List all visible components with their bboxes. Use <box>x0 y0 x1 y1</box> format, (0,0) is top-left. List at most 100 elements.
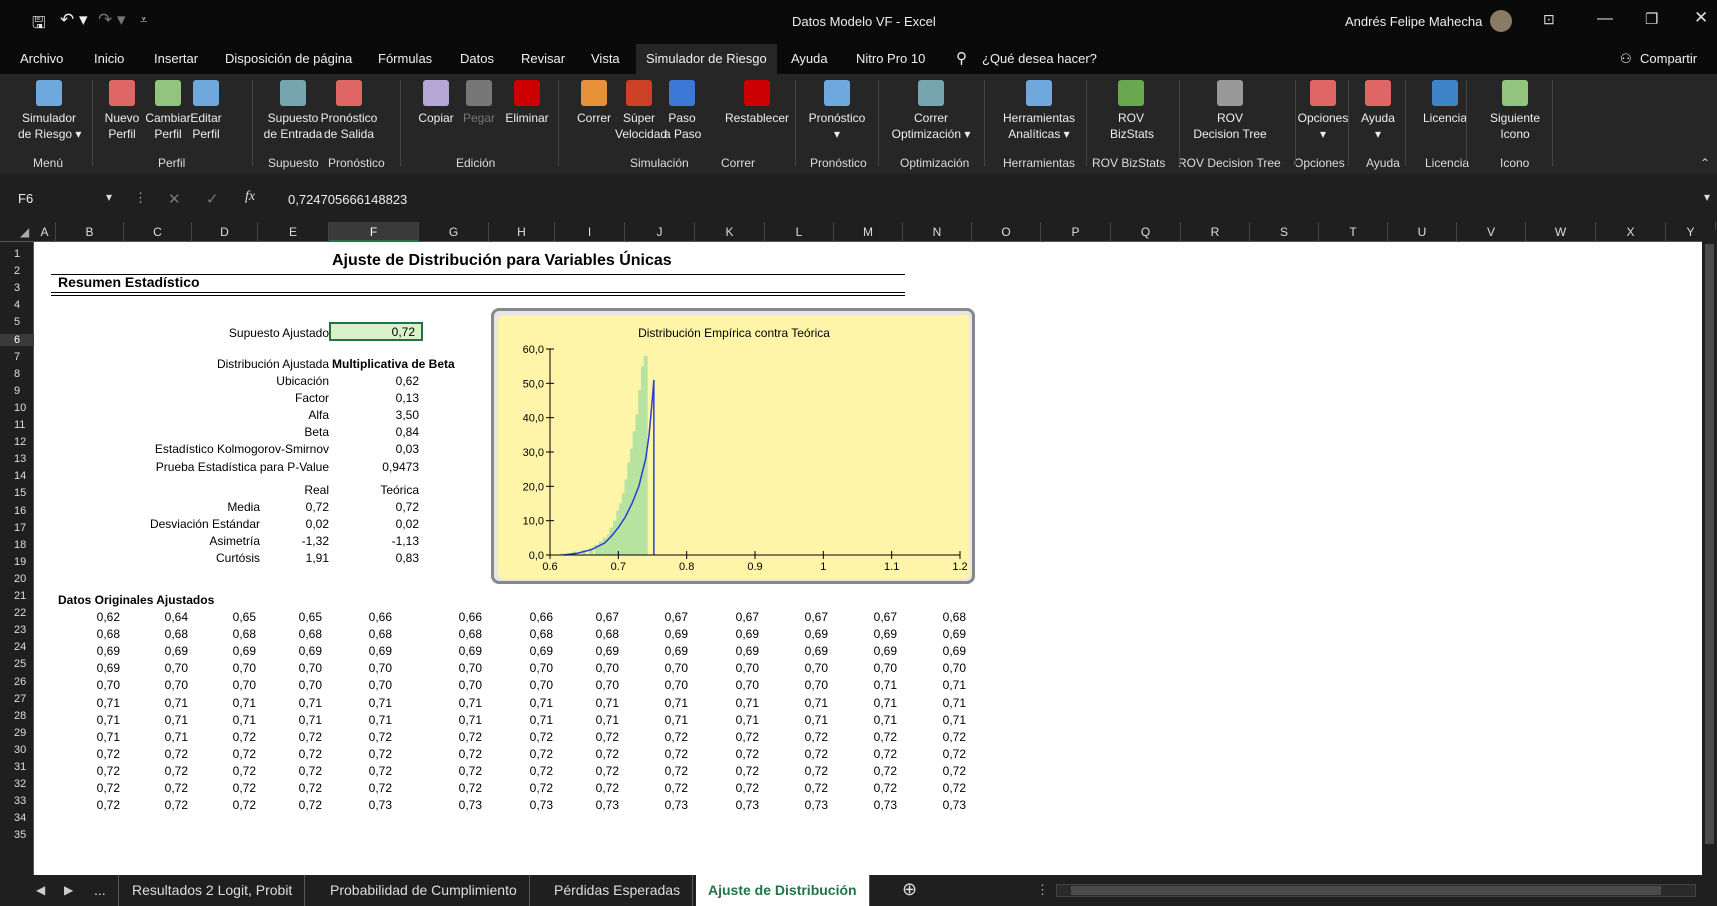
data-cell[interactable]: 0,68 <box>328 627 392 641</box>
data-cell[interactable]: 0,69 <box>695 627 759 641</box>
data-cell[interactable]: 0,71 <box>489 713 553 727</box>
data-cell[interactable]: 0,72 <box>489 781 553 795</box>
data-cell[interactable]: 0,72 <box>328 747 392 761</box>
data-cell[interactable]: 0,70 <box>258 661 322 675</box>
ribbon-button-11[interactable]: Paso a Paso <box>664 80 701 142</box>
data-cell[interactable]: 0,71 <box>418 696 482 710</box>
data-cell[interactable]: 0,70 <box>555 678 619 692</box>
tab-insertar[interactable]: Insertar <box>154 44 198 74</box>
data-cell[interactable]: 0,68 <box>418 627 482 641</box>
data-cell[interactable]: 0,71 <box>328 696 392 710</box>
data-cell[interactable]: 0,72 <box>764 764 828 778</box>
data-cell[interactable]: 0,72 <box>56 781 120 795</box>
data-cell[interactable]: 0,65 <box>192 610 256 624</box>
data-cell[interactable]: 0,72 <box>56 747 120 761</box>
ribbon-button-17[interactable]: ROV Decision Tree <box>1183 80 1277 142</box>
row-header[interactable]: 12 <box>0 436 34 448</box>
row-header[interactable]: 13 <box>0 453 34 465</box>
data-cell[interactable]: 0,68 <box>489 627 553 641</box>
worksheet[interactable]: Ajuste de Distribución para Variables Ún… <box>34 242 1702 875</box>
data-cell[interactable]: 0,72 <box>833 764 897 778</box>
data-cell[interactable]: 0,66 <box>328 610 392 624</box>
data-cell[interactable]: 0,72 <box>902 730 966 744</box>
ribbon-button-14[interactable]: Correr Optimización ▾ <box>890 80 972 142</box>
data-cell[interactable]: 0,68 <box>192 627 256 641</box>
ribbon-button-12[interactable]: Restablecer <box>720 80 794 142</box>
row-header[interactable]: 26 <box>0 676 34 688</box>
column-header[interactable]: J <box>625 222 695 242</box>
row-header[interactable]: 9 <box>0 385 34 397</box>
horizontal-scrollbar[interactable] <box>1056 884 1696 897</box>
row-header[interactable]: 6 <box>0 333 34 346</box>
data-cell[interactable]: 0,70 <box>258 678 322 692</box>
column-header[interactable]: T <box>1319 222 1388 242</box>
row-header[interactable]: 3 <box>0 282 34 294</box>
data-cell[interactable]: 0,67 <box>555 610 619 624</box>
data-cell[interactable]: 0,73 <box>418 798 482 812</box>
vscroll-thumb[interactable] <box>1705 244 1714 844</box>
data-cell[interactable]: 0,69 <box>764 627 828 641</box>
data-cell[interactable]: 0,72 <box>555 747 619 761</box>
data-cell[interactable]: 0,69 <box>624 644 688 658</box>
share-button[interactable]: Compartir <box>1640 44 1697 74</box>
row-header[interactable]: 21 <box>0 590 34 602</box>
collapse-ribbon-icon[interactable]: ⌃ <box>1700 156 1710 170</box>
tab-nitro[interactable]: Nitro Pro 10 <box>856 44 925 74</box>
prev-sheet-icon[interactable]: ◀ <box>36 883 45 897</box>
ribbon-button-15[interactable]: Herramientas Analíticas ▾ <box>995 80 1083 142</box>
data-cell[interactable]: 0,71 <box>555 696 619 710</box>
data-cell[interactable]: 0,72 <box>764 781 828 795</box>
data-cell[interactable]: 0,69 <box>764 644 828 658</box>
row-header[interactable]: 30 <box>0 744 34 756</box>
data-cell[interactable]: 0,71 <box>192 713 256 727</box>
data-cell[interactable]: 0,72 <box>555 781 619 795</box>
data-cell[interactable]: 0,72 <box>258 781 322 795</box>
row-header[interactable]: 10 <box>0 402 34 414</box>
data-cell[interactable]: 0,72 <box>489 764 553 778</box>
data-cell[interactable]: 0,72 <box>124 798 188 812</box>
data-cell[interactable]: 0,72 <box>192 730 256 744</box>
data-cell[interactable]: 0,70 <box>124 661 188 675</box>
data-cell[interactable]: 0,71 <box>902 678 966 692</box>
data-cell[interactable]: 0,70 <box>328 661 392 675</box>
data-cell[interactable]: 0,64 <box>124 610 188 624</box>
column-header[interactable]: C <box>124 222 192 242</box>
data-cell[interactable]: 0,72 <box>418 730 482 744</box>
data-cell[interactable]: 0,65 <box>258 610 322 624</box>
data-cell[interactable]: 0,71 <box>833 713 897 727</box>
select-all-icon[interactable]: ◢ <box>20 225 29 239</box>
ribbon-button-13[interactable]: Pronóstico ▾ <box>806 80 868 142</box>
avatar[interactable] <box>1490 10 1512 32</box>
data-cell[interactable]: 0,70 <box>192 678 256 692</box>
data-cell[interactable]: 0,72 <box>833 730 897 744</box>
data-cell[interactable]: 0,69 <box>489 644 553 658</box>
more-options-icon[interactable]: ⋮ <box>134 190 147 206</box>
column-header[interactable]: S <box>1250 222 1319 242</box>
ribbon-button-4[interactable]: Supuesto de Entrada <box>262 80 324 142</box>
sheet-tab-ajuste[interactable]: Ajuste de Distribución <box>696 875 870 906</box>
data-cell[interactable]: 0,72 <box>695 781 759 795</box>
data-cell[interactable]: 0,72 <box>328 730 392 744</box>
data-cell[interactable]: 0,72 <box>418 764 482 778</box>
data-cell[interactable]: 0,73 <box>695 798 759 812</box>
data-cell[interactable]: 0,71 <box>258 696 322 710</box>
ribbon-button-1[interactable]: Nuevo Perfil <box>104 80 140 142</box>
column-header[interactable]: W <box>1526 222 1596 242</box>
data-cell[interactable]: 0,72 <box>328 781 392 795</box>
ribbon-button-6[interactable]: Copiar <box>414 80 458 142</box>
next-sheet-icon[interactable]: ▶ <box>64 883 73 897</box>
row-header[interactable]: 4 <box>0 299 34 311</box>
data-cell[interactable]: 0,72 <box>624 781 688 795</box>
data-cell[interactable]: 0,73 <box>489 798 553 812</box>
data-cell[interactable]: 0,67 <box>695 610 759 624</box>
row-header[interactable]: 14 <box>0 470 34 482</box>
redo-icon[interactable]: ↷ ▾ <box>98 10 126 30</box>
ribbon-button-5[interactable]: Pronóstico de Salida <box>318 80 380 142</box>
row-header[interactable]: 29 <box>0 727 34 739</box>
row-header[interactable]: 15 <box>0 487 34 499</box>
ribbon-button-10[interactable]: Súper Velocidad <box>615 80 667 142</box>
data-cell[interactable]: 0,70 <box>764 678 828 692</box>
data-cell[interactable]: 0,71 <box>328 713 392 727</box>
data-cell[interactable]: 0,69 <box>624 627 688 641</box>
data-cell[interactable]: 0,72 <box>695 730 759 744</box>
